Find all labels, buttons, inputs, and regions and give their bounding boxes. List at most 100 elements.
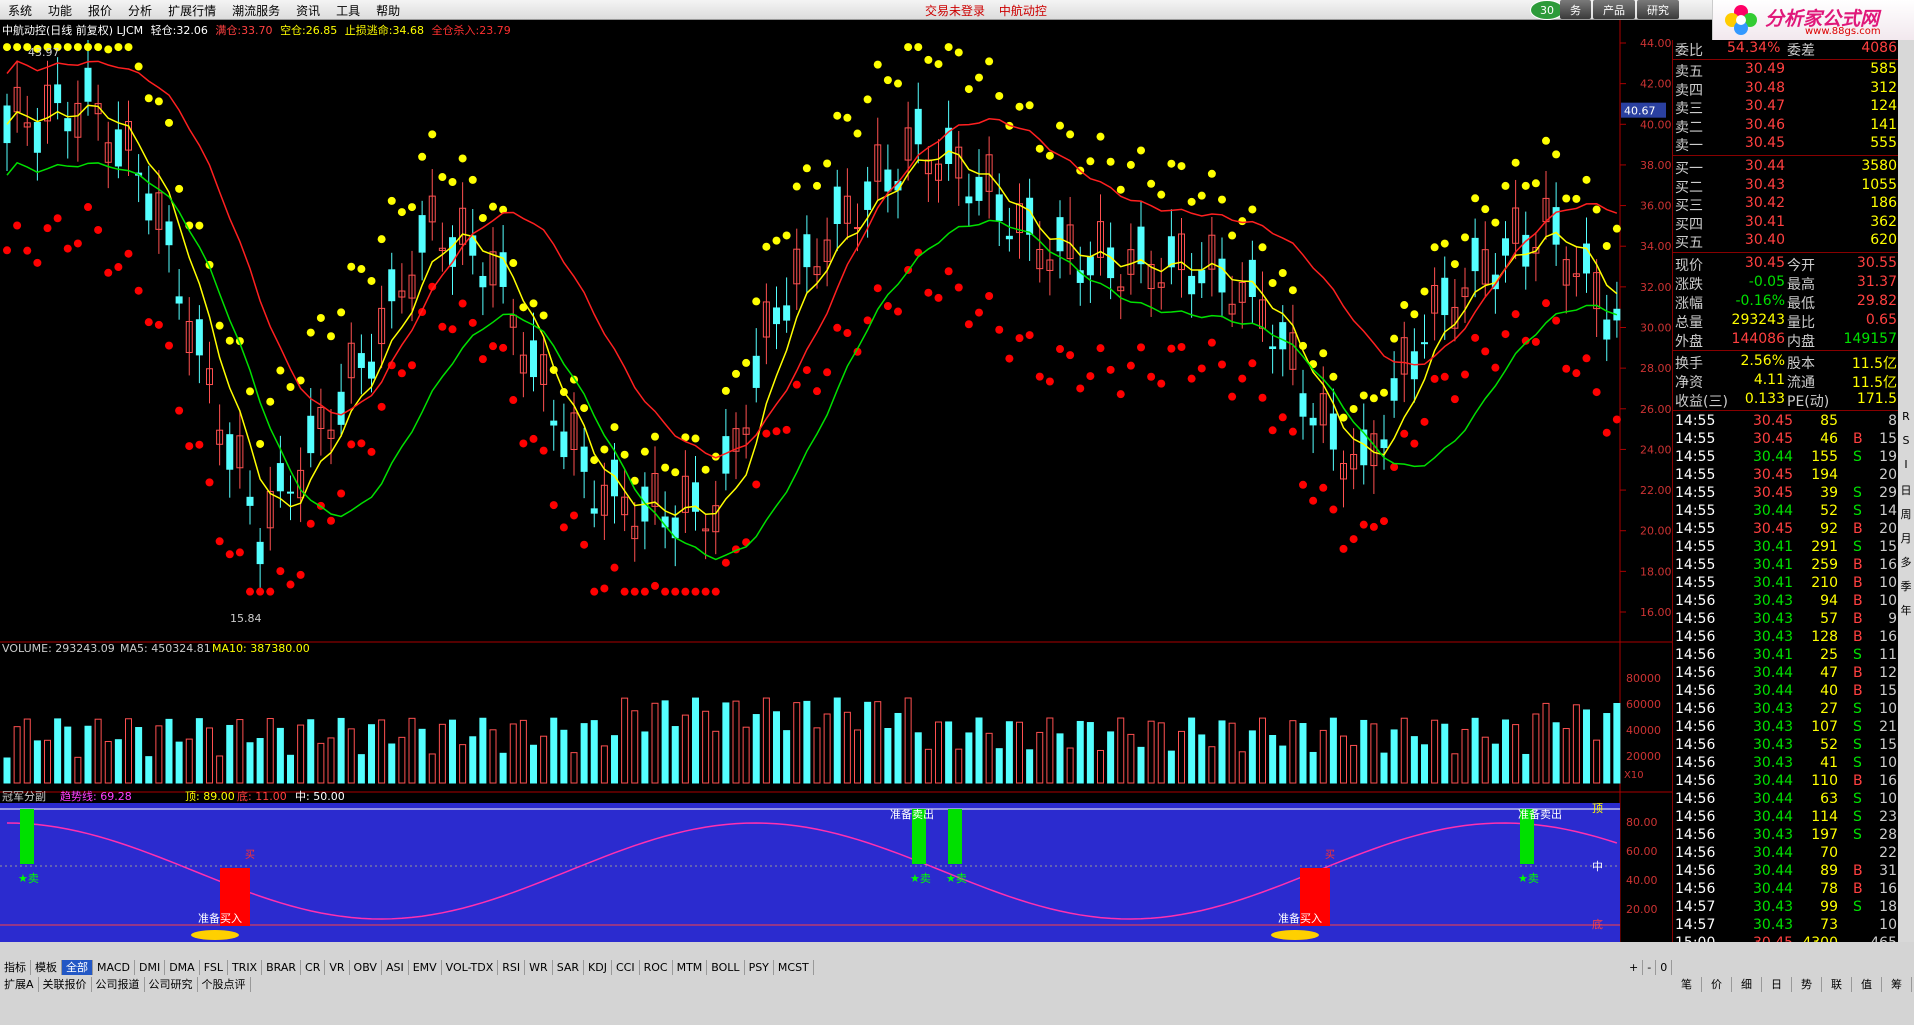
top-button-0[interactable]: 务	[1560, 0, 1591, 19]
tick-row[interactable]: 14:56 30.43 27 S 10	[1673, 701, 1899, 719]
bid-row[interactable]: 买一 30.44 3580	[1673, 158, 1899, 177]
menu-item-7[interactable]: 工具	[328, 2, 368, 19]
stat2-row[interactable]: 换手 2.56% 股本 11.5亿	[1673, 353, 1899, 372]
menu-item-6[interactable]: 资讯	[288, 2, 328, 19]
quote-tab-1[interactable]: 价	[1702, 977, 1732, 992]
info-tab-1[interactable]: 关联报价	[39, 977, 92, 992]
info-tab-2[interactable]: 公司报道	[92, 977, 145, 992]
side-tab-8[interactable]: 年	[1899, 602, 1913, 618]
tick-row[interactable]: 14:55 30.41 291 S 15	[1673, 539, 1899, 557]
menu-item-2[interactable]: 报价	[80, 2, 120, 19]
quote-tab-6[interactable]: 值	[1852, 977, 1882, 992]
quote-tab-0[interactable]: 笔	[1672, 977, 1702, 992]
stat-row[interactable]: 现价 30.45 今开 30.55	[1673, 255, 1899, 274]
notification-badge[interactable]: 30	[1530, 0, 1564, 20]
tick-row[interactable]: 14:56 30.44 70 22	[1673, 845, 1899, 863]
bid-row[interactable]: 买二 30.43 1055	[1673, 177, 1899, 196]
ask-row[interactable]: 卖五 30.49 585	[1673, 61, 1899, 80]
info-tab-3[interactable]: 公司研究	[145, 977, 198, 992]
tick-row[interactable]: 14:56 30.44 89 B 31	[1673, 863, 1899, 881]
side-tab-2[interactable]: I	[1899, 458, 1913, 471]
quote-tab-7[interactable]: 筹	[1882, 977, 1912, 992]
indicator-tab-kdj[interactable]: KDJ	[584, 960, 612, 975]
stat-row[interactable]: 涨幅 -0.16% 最低 29.82	[1673, 293, 1899, 312]
stat2-row[interactable]: 收益(三) 0.133 PE(动) 171.5	[1673, 391, 1899, 410]
menu-item-8[interactable]: 帮助	[368, 2, 408, 19]
indicator-tab-cci[interactable]: CCI	[612, 960, 640, 975]
stock-chart[interactable]: 43.97 15.84 VOLUME: 293243.09 MA5: 450324.…	[0, 20, 1672, 942]
stat-row[interactable]: 外盘 144086 内盘 149157	[1673, 331, 1899, 350]
info-tab-0[interactable]: 扩展A	[0, 977, 39, 992]
bid-row[interactable]: 买五 30.40 620	[1673, 232, 1899, 251]
stat2-row[interactable]: 净资 4.11 流通 11.5亿	[1673, 372, 1899, 391]
indicator-tab-psy[interactable]: PSY	[745, 960, 774, 975]
bid-row[interactable]: 买四 30.41 362	[1673, 214, 1899, 233]
indicator-tab-emv[interactable]: EMV	[409, 960, 442, 975]
tick-row[interactable]: 14:55 30.45 46 B 15	[1673, 431, 1899, 449]
tick-row[interactable]: 14:56 30.43 52 S 15	[1673, 737, 1899, 755]
trade-login-status[interactable]: 交易未登录	[925, 4, 985, 18]
tick-row[interactable]: 14:57 30.43 99 S 18	[1673, 899, 1899, 917]
tick-row[interactable]: 14:56 30.43 128 B 16	[1673, 629, 1899, 647]
zoom-control-1[interactable]: -	[1643, 960, 1657, 975]
tick-row[interactable]: 14:55 30.45 39 S 29	[1673, 485, 1899, 503]
ask-row[interactable]: 卖四 30.48 312	[1673, 80, 1899, 99]
indicator-tab-wr[interactable]: WR	[525, 960, 553, 975]
ask-row[interactable]: 卖一 30.45 555	[1673, 135, 1899, 154]
indicator-tab-vol-tdx[interactable]: VOL-TDX	[442, 960, 499, 975]
indicator-tab-obv[interactable]: OBV	[350, 960, 382, 975]
tick-row[interactable]: 14:56 30.44 110 B 16	[1673, 773, 1899, 791]
quote-tab-4[interactable]: 势	[1792, 977, 1822, 992]
indicator-tab-mtm[interactable]: MTM	[673, 960, 708, 975]
webi-row[interactable]: 委比 54.34% 委差 4086	[1673, 40, 1899, 59]
tick-row[interactable]: 14:56 30.44 63 S 10	[1673, 791, 1899, 809]
side-tab-3[interactable]: 日	[1899, 482, 1913, 498]
indicator-tab-模板[interactable]: 模板	[31, 960, 62, 975]
indicator-tab-全部[interactable]: 全部	[62, 960, 93, 975]
zoom-control-0[interactable]: +	[1625, 960, 1644, 975]
tick-row[interactable]: 14:56 30.44 40 B 15	[1673, 683, 1899, 701]
quote-tab-2[interactable]: 细	[1732, 977, 1762, 992]
tick-row[interactable]: 14:56 30.43 94 B 10	[1673, 593, 1899, 611]
indicator-tab-rsi[interactable]: RSI	[498, 960, 526, 975]
indicator-tab-dmi[interactable]: DMI	[135, 960, 166, 975]
tick-row[interactable]: 14:55 30.41 210 B 10	[1673, 575, 1899, 593]
menu-item-1[interactable]: 功能	[40, 2, 80, 19]
menu-item-4[interactable]: 扩展行情	[160, 2, 224, 19]
tick-row[interactable]: 14:56 30.43 57 B 9	[1673, 611, 1899, 629]
zoom-control-2[interactable]: 0	[1656, 960, 1673, 975]
side-tab-4[interactable]: 周	[1899, 506, 1913, 522]
bid-row[interactable]: 买三 30.42 186	[1673, 195, 1899, 214]
info-tab-4[interactable]: 个股点评	[198, 977, 251, 992]
indicator-tab-brar[interactable]: BRAR	[262, 960, 302, 975]
top-button-2[interactable]: 研究	[1637, 0, 1679, 19]
top-button-1[interactable]: 产品	[1593, 0, 1635, 19]
tick-row[interactable]: 14:56 30.41 25 S 11	[1673, 647, 1899, 665]
tick-row[interactable]: 14:55 30.45 85 8	[1673, 413, 1899, 431]
indicator-tab-mcst[interactable]: MCST	[774, 960, 814, 975]
indicator-tab-macd[interactable]: MACD	[93, 960, 135, 975]
side-tab-7[interactable]: 季	[1899, 578, 1913, 594]
tick-row[interactable]: 14:55 30.44 52 S 14	[1673, 503, 1899, 521]
tick-row[interactable]: 14:56 30.44 114 S 23	[1673, 809, 1899, 827]
indicator-tab-fsl[interactable]: FSL	[200, 960, 228, 975]
side-tab-0[interactable]: R	[1899, 410, 1913, 423]
indicator-tab-指标[interactable]: 指标	[0, 960, 31, 975]
tick-row[interactable]: 14:56 30.43 107 S 21	[1673, 719, 1899, 737]
stat-row[interactable]: 总量 293243 量比 0.65	[1673, 312, 1899, 331]
indicator-tab-asi[interactable]: ASI	[382, 960, 409, 975]
indicator-tab-roc[interactable]: ROC	[640, 960, 673, 975]
indicator-tab-boll[interactable]: BOLL	[707, 960, 745, 975]
ask-row[interactable]: 卖三 30.47 124	[1673, 98, 1899, 117]
stat-row[interactable]: 涨跌 -0.05 最高 31.37	[1673, 274, 1899, 293]
indicator-tab-cr[interactable]: CR	[301, 960, 326, 975]
tick-row[interactable]: 14:56 30.44 78 B 16	[1673, 881, 1899, 899]
indicator-tab-dma[interactable]: DMA	[165, 960, 200, 975]
tick-row[interactable]: 14:56 30.43 41 S 10	[1673, 755, 1899, 773]
tick-row[interactable]: 14:55 30.44 155 S 19	[1673, 449, 1899, 467]
indicator-tab-trix[interactable]: TRIX	[228, 960, 263, 975]
menu-item-3[interactable]: 分析	[120, 2, 160, 19]
quote-tab-5[interactable]: 联	[1822, 977, 1852, 992]
ask-row[interactable]: 卖二 30.46 141	[1673, 117, 1899, 136]
tick-row[interactable]: 14:56 30.44 47 B 12	[1673, 665, 1899, 683]
